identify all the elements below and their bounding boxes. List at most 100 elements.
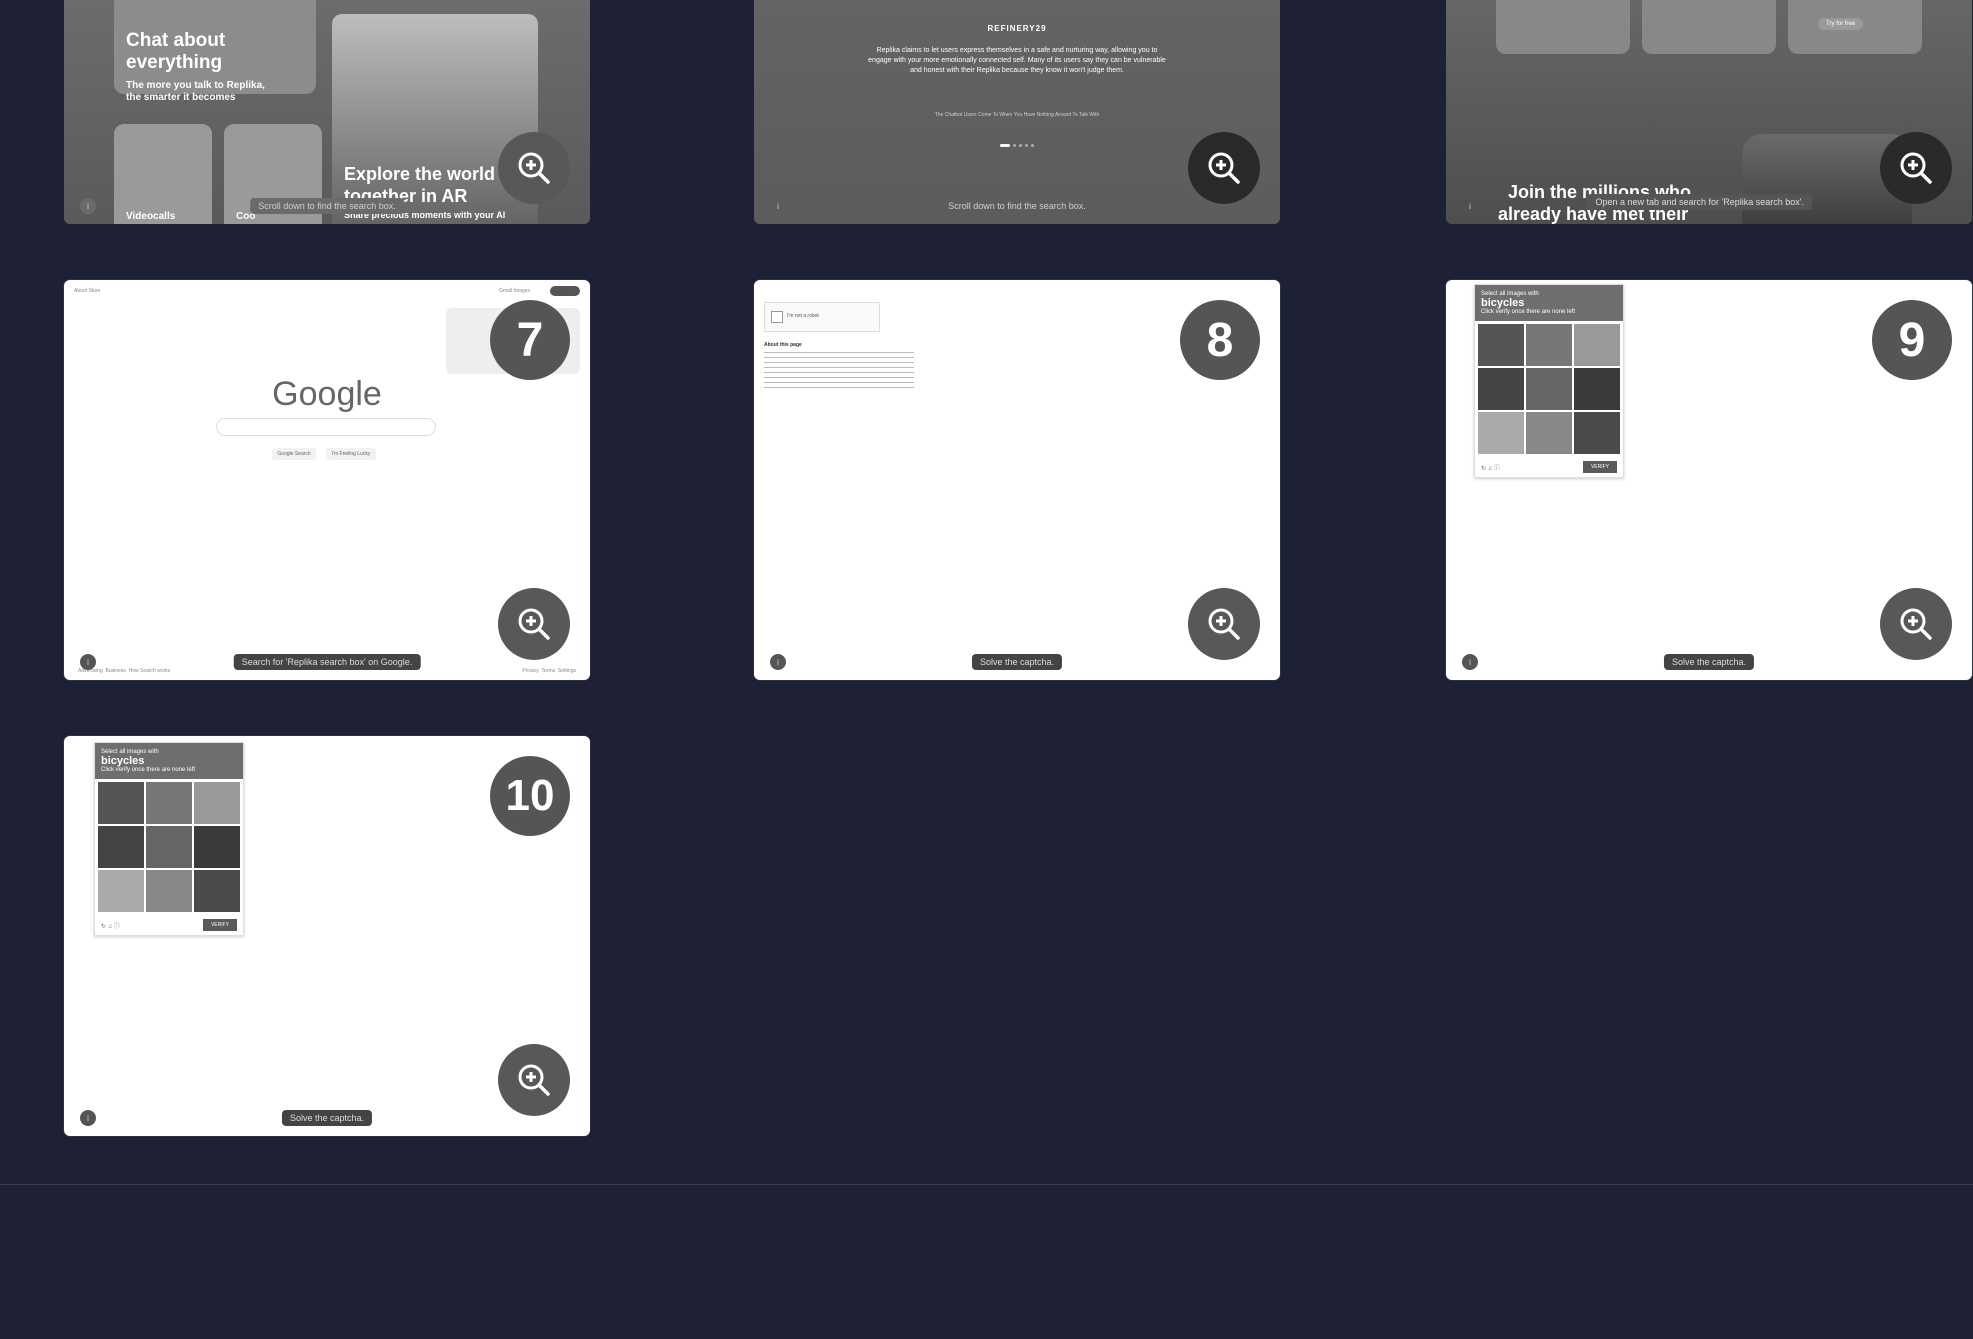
captcha-footer: ↻ ♫ ⓘ VERIFY [95,915,243,935]
verify-button[interactable]: VERIFY [202,919,237,931]
zoom-button[interactable] [1880,588,1952,660]
ar-title-1: Explore the world [344,164,496,184]
verify-button[interactable]: VERIFY [1582,461,1617,473]
captcha-header: Select all images with bicycles Click ve… [1475,285,1623,321]
captcha-tile[interactable] [98,870,144,912]
recaptcha-label: I'm not a robot [787,313,819,319]
zoom-in-icon [1900,608,1932,640]
captcha-target: bicycles [1481,297,1525,309]
info-icon: i [80,654,96,670]
captcha-tile[interactable] [146,870,192,912]
captcha-image-grid [1475,321,1623,457]
step-number-badge: 10 [490,756,570,836]
zoom-button[interactable] [498,132,570,204]
feature-tile-3: Try for free [1788,0,1922,54]
videocalls-label: Videocalls [126,211,176,222]
recaptcha-widget: I'm not a robot [764,302,880,332]
screenshot-card-2[interactable]: REFINERY29 Replika claims to let users e… [754,0,1280,224]
zoom-in-icon [1208,608,1240,640]
card-caption: Open a new tab and search for 'Replika s… [1587,194,1812,210]
google-search-input[interactable] [216,418,436,436]
zoom-button[interactable] [1188,588,1260,660]
feeling-lucky-button[interactable]: I'm Feeling Lucky [326,448,376,460]
captcha-tile[interactable] [1526,368,1572,410]
google-footer-right: Privacy Terms Settings [522,668,576,674]
screenshot-card-1[interactable]: Chat about everything The more you talk … [64,0,590,224]
screenshot-card-7[interactable]: About Store Gmail Images Google Google S… [64,280,590,680]
reload-icon[interactable]: ↻ ♫ ⓘ [101,921,120,930]
captcha-tile[interactable] [1574,368,1620,410]
captcha-hint: Click verify once there are none left [1481,309,1576,315]
sign-in-button[interactable] [550,286,580,296]
captcha-footer: ↻ ♫ ⓘ VERIFY [1475,457,1623,477]
chat-title-2: everything [126,52,223,73]
captcha-tile[interactable] [194,826,240,868]
zoom-button[interactable] [498,1044,570,1116]
captcha-tile[interactable] [1526,412,1572,454]
about-heading: About this page [764,342,802,348]
card-caption: Solve the captcha. [281,1110,373,1126]
zoom-in-icon [518,1064,550,1096]
card-caption: Solve the captcha. [1663,654,1755,670]
brand-name: REFINERY29 [987,24,1047,33]
screenshot-card-8[interactable]: I'm not a robot About this page 8 Solve … [754,280,1280,680]
captcha-tile[interactable] [98,782,144,824]
card-caption: Scroll down to find the search box. [250,198,404,214]
info-icon: i [1462,654,1478,670]
captcha-header: Select all images with bicycles Click ve… [95,743,243,779]
videocalls-tile: Videocalls [114,124,212,224]
about-text-block [764,352,914,392]
screenshot-card-9[interactable]: Select all images with bicycles Click ve… [1446,280,1972,680]
zoom-in-icon [1208,152,1240,184]
zoom-in-icon [1900,152,1932,184]
captcha-tile[interactable] [146,826,192,868]
step-number-badge: 7 [490,300,570,380]
google-logo: Google [272,375,382,413]
screenshot-card-3[interactable]: Try for free Join the millions who alrea… [1446,0,1972,224]
reload-icon[interactable]: ↻ ♫ ⓘ [1481,463,1500,472]
step-number-badge: 9 [1872,300,1952,380]
feature-tile-2 [1642,0,1776,54]
captcha-tile[interactable] [194,870,240,912]
captcha-tile[interactable] [1478,368,1524,410]
captcha-tile[interactable] [146,782,192,824]
zoom-button[interactable] [1188,132,1260,204]
quote-byline: The Chatbot Users Come To When You Have … [934,112,1100,118]
chat-title-1: Chat about [126,30,226,51]
captcha-tile[interactable] [1478,324,1524,366]
card-caption: Scroll down to find the search box. [948,201,1086,211]
zoom-in-icon [518,608,550,640]
quote-text: Replika claims to let users express them… [868,47,1166,74]
captcha-hint: Click verify once there are none left [101,767,196,773]
info-icon: i [80,1110,96,1126]
zoom-button[interactable] [498,588,570,660]
try-free-button[interactable]: Try for free [1818,18,1864,30]
captcha-tile[interactable] [1574,324,1620,366]
info-icon: i [770,654,786,670]
card-caption: Solve the captcha. [971,654,1063,670]
section-divider [0,1184,1973,1185]
captcha-challenge: Select all images with bicycles Click ve… [94,742,244,936]
google-search-button[interactable]: Google Search [272,448,316,460]
info-icon: i [1469,201,1471,211]
captcha-image-grid [95,779,243,915]
step-number-badge: 8 [1180,300,1260,380]
info-icon: i [80,198,96,214]
chat-sub-1: The more you talk to Replika, [126,80,265,91]
chat-sub-2: the smarter it becomes [126,92,236,103]
zoom-in-icon [518,152,550,184]
captcha-tile[interactable] [1574,412,1620,454]
captcha-tile[interactable] [98,826,144,868]
captcha-target: bicycles [101,755,145,767]
captcha-tile[interactable] [1478,412,1524,454]
card-caption: Search for 'Replika search box' on Googl… [233,654,421,670]
google-top-left-links: About Store [74,288,101,294]
zoom-button[interactable] [1880,132,1952,204]
captcha-tile[interactable] [1526,324,1572,366]
carousel-dots[interactable] [1000,144,1034,147]
recaptcha-checkbox[interactable] [771,311,783,323]
screenshot-card-10[interactable]: Select all images with bicycles Click ve… [64,736,590,1136]
brand-logo: REFINERY29 [987,24,1046,33]
captcha-tile[interactable] [194,782,240,824]
info-icon: i [777,201,779,211]
